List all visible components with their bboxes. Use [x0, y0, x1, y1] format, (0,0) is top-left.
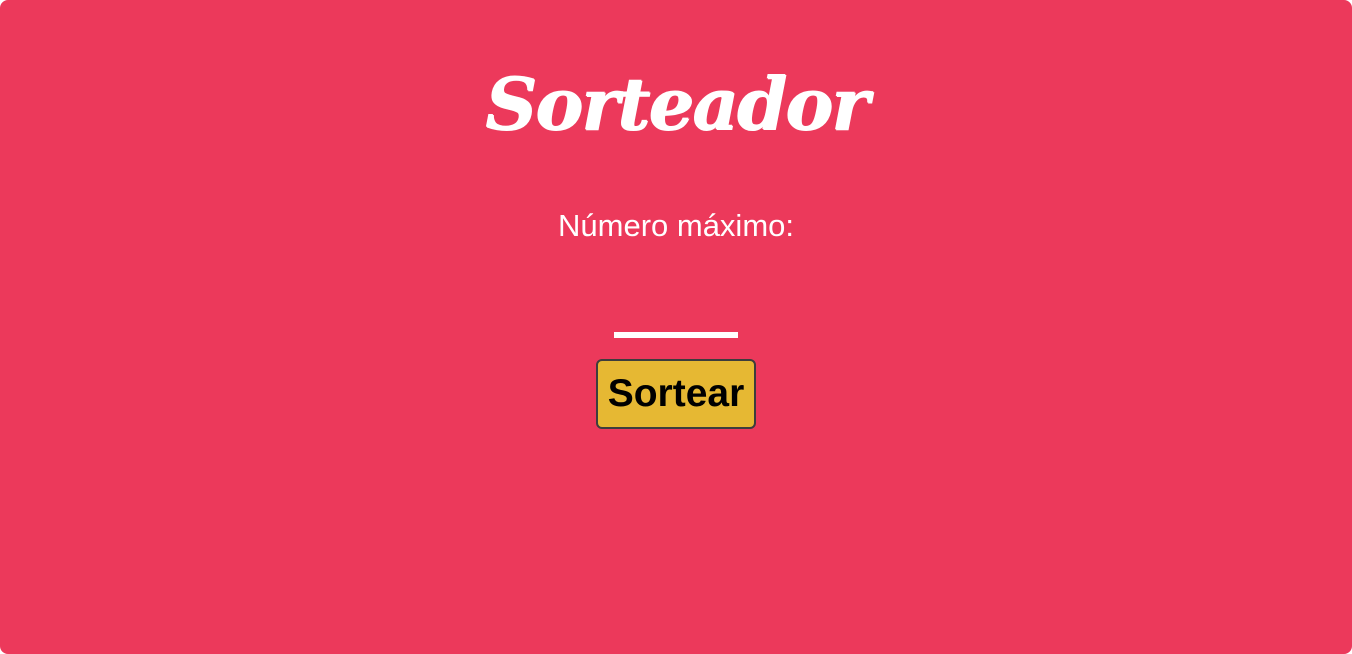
sorteador-app: Sorteador Número máximo: Sortear: [0, 0, 1352, 654]
page-title: Sorteador: [485, 61, 869, 146]
max-number-label: Número máximo:: [558, 208, 794, 243]
max-number-input[interactable]: [614, 290, 738, 338]
draw-button[interactable]: Sortear: [596, 359, 756, 429]
